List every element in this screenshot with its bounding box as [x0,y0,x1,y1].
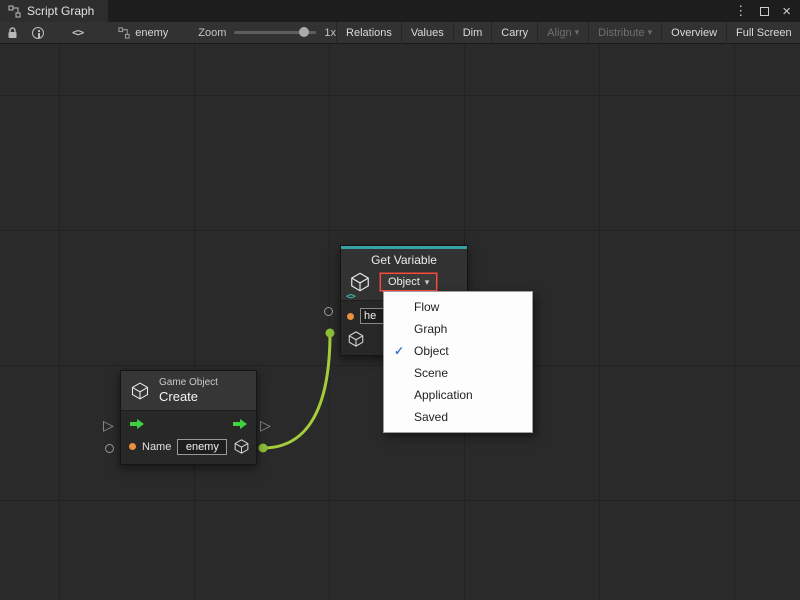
variable-name-port[interactable] [324,307,333,316]
close-icon[interactable]: × [782,3,791,20]
graph-toolbar: <> enemy Zoom 1x Relations Values Dim Ca… [0,22,800,44]
menu-more-icon[interactable]: ⋮ [734,3,747,19]
zoom-slider-handle[interactable] [299,27,309,37]
fullscreen-button[interactable]: Full Screen [726,22,800,44]
zoom-label: Zoom [198,27,226,39]
zoom-control: Zoom 1x [198,27,336,39]
game-object-output-port-icon[interactable] [233,438,250,455]
toolbar-buttons: Relations Values Dim Carry Align▾ Distri… [336,22,800,44]
edit-source-button[interactable]: <> [65,22,90,44]
align-button[interactable]: Align▾ [537,22,588,44]
window-tab[interactable]: Script Graph [0,0,108,22]
flow-row [121,411,256,433]
script-graph-window: Script Graph ⋮ × <> enem [0,0,800,600]
carry-button[interactable]: Carry [491,22,537,44]
node-category: Game Object [159,377,218,388]
menu-item-object[interactable]: ✓ Object [384,340,532,362]
variable-cube-icon: <> [349,271,371,293]
info-button[interactable] [25,22,51,44]
game-object-cube-icon [130,381,150,401]
name-value-row: Name [121,433,256,464]
name-label: Name [142,441,171,453]
chevron-down-icon: ▾ [425,277,430,288]
values-button[interactable]: Values [401,22,453,44]
node-title: Get Variable [341,249,467,270]
overview-button[interactable]: Overview [661,22,726,44]
menu-item-scene[interactable]: Scene [384,362,532,384]
script-graph-icon [8,5,21,18]
info-icon [32,27,44,39]
wire-start-dot[interactable] [259,444,268,453]
string-port-dot[interactable] [129,443,136,450]
dim-button[interactable]: Dim [453,22,492,44]
code-icon: <> [72,26,83,39]
name-input[interactable] [177,439,227,455]
menu-item-application[interactable]: Application [384,384,532,406]
create-node-header: Game Object Create [121,371,256,410]
titlebar: Script Graph ⋮ × [0,0,800,22]
menu-item-graph[interactable]: Graph [384,318,532,340]
node-title: Create [159,389,218,404]
menu-item-flow[interactable]: Flow [384,296,532,318]
variable-kind-dropdown[interactable]: Object ▾ [380,273,437,291]
zoom-value: 1x [324,27,336,39]
create-node-titles: Game Object Create [159,377,218,404]
breadcrumb-graph-name: enemy [135,27,168,39]
string-port-dot[interactable] [347,313,354,320]
wire-end-dot[interactable] [326,329,335,338]
flow-out-arrow-icon[interactable] [232,418,248,430]
zoom-slider[interactable] [234,31,316,34]
menu-item-saved[interactable]: Saved [384,406,532,428]
relations-button[interactable]: Relations [336,22,401,44]
window-title: Script Graph [27,4,94,18]
breadcrumb[interactable]: enemy [118,27,168,39]
game-object-create-node[interactable]: Game Object Create Name [120,370,257,465]
variable-kind-menu: Flow Graph ✓ Object Scene Application Sa… [383,291,533,433]
graph-breadcrumb-icon [118,27,130,39]
flow-output-port[interactable]: ▷ [260,418,271,432]
flow-input-port[interactable]: ▷ [103,418,114,432]
name-input-port[interactable] [105,444,114,453]
flow-in-arrow-icon[interactable] [129,418,145,430]
lock-icon [7,27,18,39]
checkmark-icon: ✓ [384,344,414,358]
wire-create-to-getvariable[interactable] [263,333,330,448]
graph-canvas[interactable]: ▷ ▷ Get Variable <> Object ▾ [0,44,800,600]
create-node-body: Name [121,410,256,464]
maximize-icon[interactable] [760,7,769,16]
lock-button[interactable] [0,22,25,44]
chevron-down-icon: ▾ [648,27,653,38]
chevron-down-icon: ▾ [575,27,580,38]
distribute-button[interactable]: Distribute▾ [588,22,661,44]
window-controls: ⋮ × [734,3,800,20]
